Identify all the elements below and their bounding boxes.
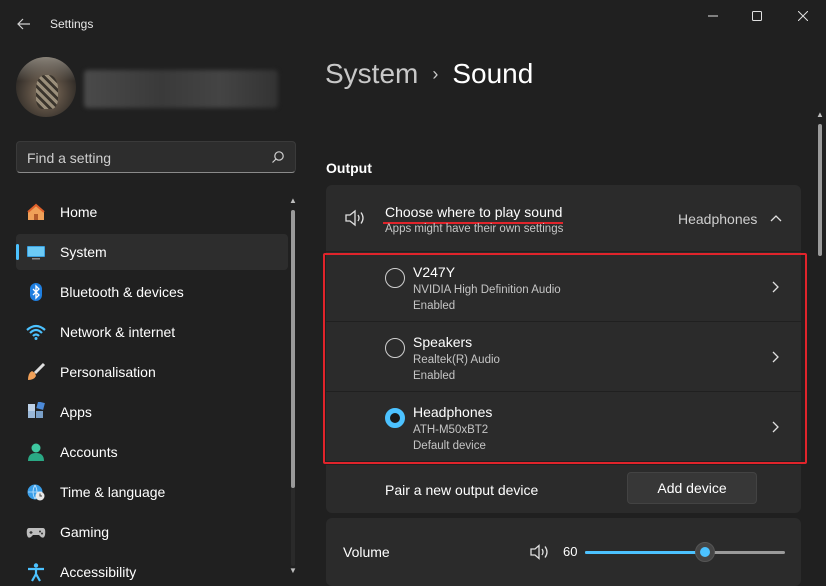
device-status: Enabled — [413, 300, 456, 312]
choose-output-title: Choose where to play sound — [385, 204, 563, 220]
device-row-v247y[interactable]: V247Y NVIDIA High Definition Audio Enabl… — [326, 252, 801, 321]
volume-label: Volume — [343, 544, 390, 560]
device-name: V247Y — [413, 264, 456, 280]
sidebar-item-time-language[interactable]: Time & language — [16, 474, 288, 510]
search-icon[interactable] — [271, 150, 285, 164]
volume-value: 60 — [563, 544, 578, 559]
chevron-up-icon[interactable] — [770, 213, 782, 223]
choose-output-expander[interactable]: Choose where to play sound Apps might ha… — [326, 185, 801, 251]
back-button[interactable] — [10, 10, 38, 38]
accounts-icon — [26, 442, 46, 462]
slider-fill — [585, 551, 705, 554]
minimize-button[interactable] — [690, 0, 736, 32]
sidebar-item-accounts[interactable]: Accounts — [16, 434, 288, 470]
maximize-button[interactable] — [734, 0, 780, 32]
title-bar: Settings — [0, 0, 826, 48]
scroll-up-icon[interactable]: ▲ — [816, 110, 824, 119]
pair-device-label: Pair a new output device — [385, 482, 539, 498]
maximize-icon — [752, 11, 762, 21]
search-input[interactable]: Find a setting — [16, 141, 296, 173]
sidebar-item-gaming[interactable]: Gaming — [16, 514, 288, 550]
system-icon — [26, 242, 46, 262]
current-output-device: Headphones — [678, 211, 758, 227]
device-name: Headphones — [413, 404, 493, 420]
app-title: Settings — [50, 17, 94, 31]
device-status: Default device — [413, 440, 486, 452]
apps-icon — [26, 402, 46, 422]
home-icon — [26, 202, 46, 222]
wifi-icon — [26, 322, 46, 342]
device-radio-selected[interactable] — [385, 408, 405, 428]
scroll-down-icon[interactable]: ▼ — [289, 566, 297, 575]
sidebar-item-accessibility[interactable]: Accessibility — [16, 554, 288, 586]
pair-device-row: Pair a new output device Add device — [326, 465, 801, 513]
device-radio[interactable] — [385, 338, 405, 358]
add-device-button[interactable]: Add device — [627, 472, 757, 504]
volume-icon[interactable] — [530, 544, 550, 560]
profile-name-redacted — [84, 70, 278, 108]
avatar[interactable] — [16, 57, 76, 117]
sidebar-item-bluetooth[interactable]: Bluetooth & devices — [16, 274, 288, 310]
scroll-up-icon[interactable]: ▲ — [289, 196, 297, 205]
chevron-right-icon[interactable] — [770, 350, 780, 364]
brush-icon — [26, 362, 46, 382]
device-row-speakers[interactable]: Speakers Realtek(R) Audio Enabled — [326, 322, 801, 391]
device-status: Enabled — [413, 370, 456, 382]
bluetooth-icon — [26, 282, 46, 302]
scrollbar-thumb[interactable] — [291, 210, 295, 488]
search-placeholder: Find a setting — [27, 150, 112, 166]
section-title-output: Output — [326, 160, 372, 176]
device-driver: NVIDIA High Definition Audio — [413, 284, 561, 296]
globe-clock-icon — [26, 482, 46, 502]
close-icon — [798, 11, 808, 21]
speaker-icon — [345, 209, 364, 227]
sidebar-item-system[interactable]: System — [16, 234, 288, 270]
output-device-list: V247Y NVIDIA High Definition Audio Enabl… — [326, 252, 801, 464]
main-scrollbar[interactable]: ▲ — [816, 110, 824, 586]
accessibility-icon — [26, 562, 46, 582]
close-button[interactable] — [780, 0, 826, 32]
volume-slider[interactable] — [585, 542, 785, 562]
sidebar-item-personalisation[interactable]: Personalisation — [16, 354, 288, 390]
breadcrumb-parent[interactable]: System — [325, 58, 418, 90]
sidebar-item-home[interactable]: Home — [16, 194, 288, 230]
device-row-headphones[interactable]: Headphones ATH-M50xBT2 Default device — [326, 392, 801, 461]
active-indicator — [16, 244, 19, 260]
breadcrumb-separator-icon: › — [432, 64, 439, 84]
chevron-right-icon[interactable] — [770, 280, 780, 294]
device-name: Speakers — [413, 334, 473, 350]
sidebar-scrollbar[interactable]: ▲ ▼ — [288, 196, 298, 580]
sidebar-nav: Home System Bluetooth & devices Network … — [16, 194, 288, 586]
page-title: Sound — [452, 58, 534, 89]
volume-row: Volume 60 — [326, 518, 801, 586]
choose-output-subtitle: Apps might have their own settings — [385, 223, 564, 235]
slider-thumb[interactable] — [695, 542, 715, 562]
scrollbar-thumb[interactable] — [818, 124, 822, 256]
sidebar-item-apps[interactable]: Apps — [16, 394, 288, 430]
sidebar-item-network[interactable]: Network & internet — [16, 314, 288, 350]
device-driver: ATH-M50xBT2 — [413, 424, 489, 436]
device-driver: Realtek(R) Audio — [413, 354, 500, 366]
minimize-icon — [708, 15, 718, 17]
breadcrumb: System › Sound — [325, 58, 533, 90]
back-arrow-icon — [17, 18, 30, 30]
chevron-right-icon[interactable] — [770, 420, 780, 434]
device-radio[interactable] — [385, 268, 405, 288]
gamepad-icon — [26, 522, 46, 542]
